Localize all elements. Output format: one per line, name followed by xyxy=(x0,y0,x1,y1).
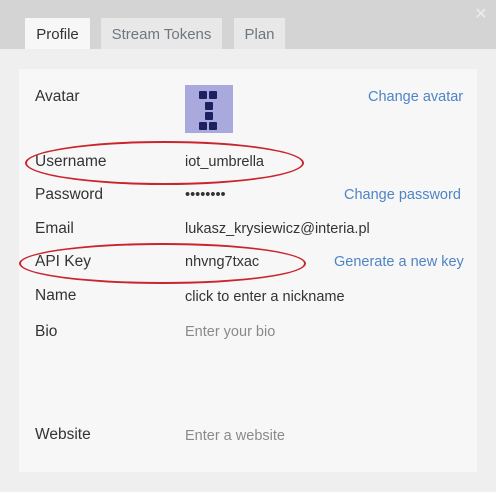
username-value: iot_umbrella xyxy=(185,154,264,170)
tab-stream-tokens[interactable]: Stream Tokens xyxy=(101,18,222,49)
email-value: lukasz_krysiewicz@interia.pl xyxy=(185,221,370,237)
api-key-label: API Key xyxy=(35,253,91,270)
change-avatar-link[interactable]: Change avatar xyxy=(368,89,463,105)
tab-plan[interactable]: Plan xyxy=(234,18,285,49)
avatar-label: Avatar xyxy=(35,88,80,105)
bio-field[interactable]: Enter your bio xyxy=(185,324,455,404)
email-label: Email xyxy=(35,220,74,237)
username-label: Username xyxy=(35,153,107,170)
name-label: Name xyxy=(35,287,77,304)
password-label: Password xyxy=(35,186,104,203)
tab-profile[interactable]: Profile xyxy=(25,18,90,49)
bio-label: Bio xyxy=(35,323,58,340)
website-field[interactable]: Enter a website xyxy=(185,428,285,444)
close-icon[interactable]: ✕ xyxy=(472,6,490,24)
password-value: •••••••• xyxy=(185,187,226,203)
name-field[interactable]: click to enter a nickname xyxy=(185,289,345,305)
website-label: Website xyxy=(35,426,91,443)
avatar xyxy=(185,85,233,133)
api-key-value: nhvng7txac xyxy=(185,254,260,270)
change-password-link[interactable]: Change password xyxy=(344,187,461,203)
generate-new-key-link[interactable]: Generate a new key xyxy=(334,254,464,270)
